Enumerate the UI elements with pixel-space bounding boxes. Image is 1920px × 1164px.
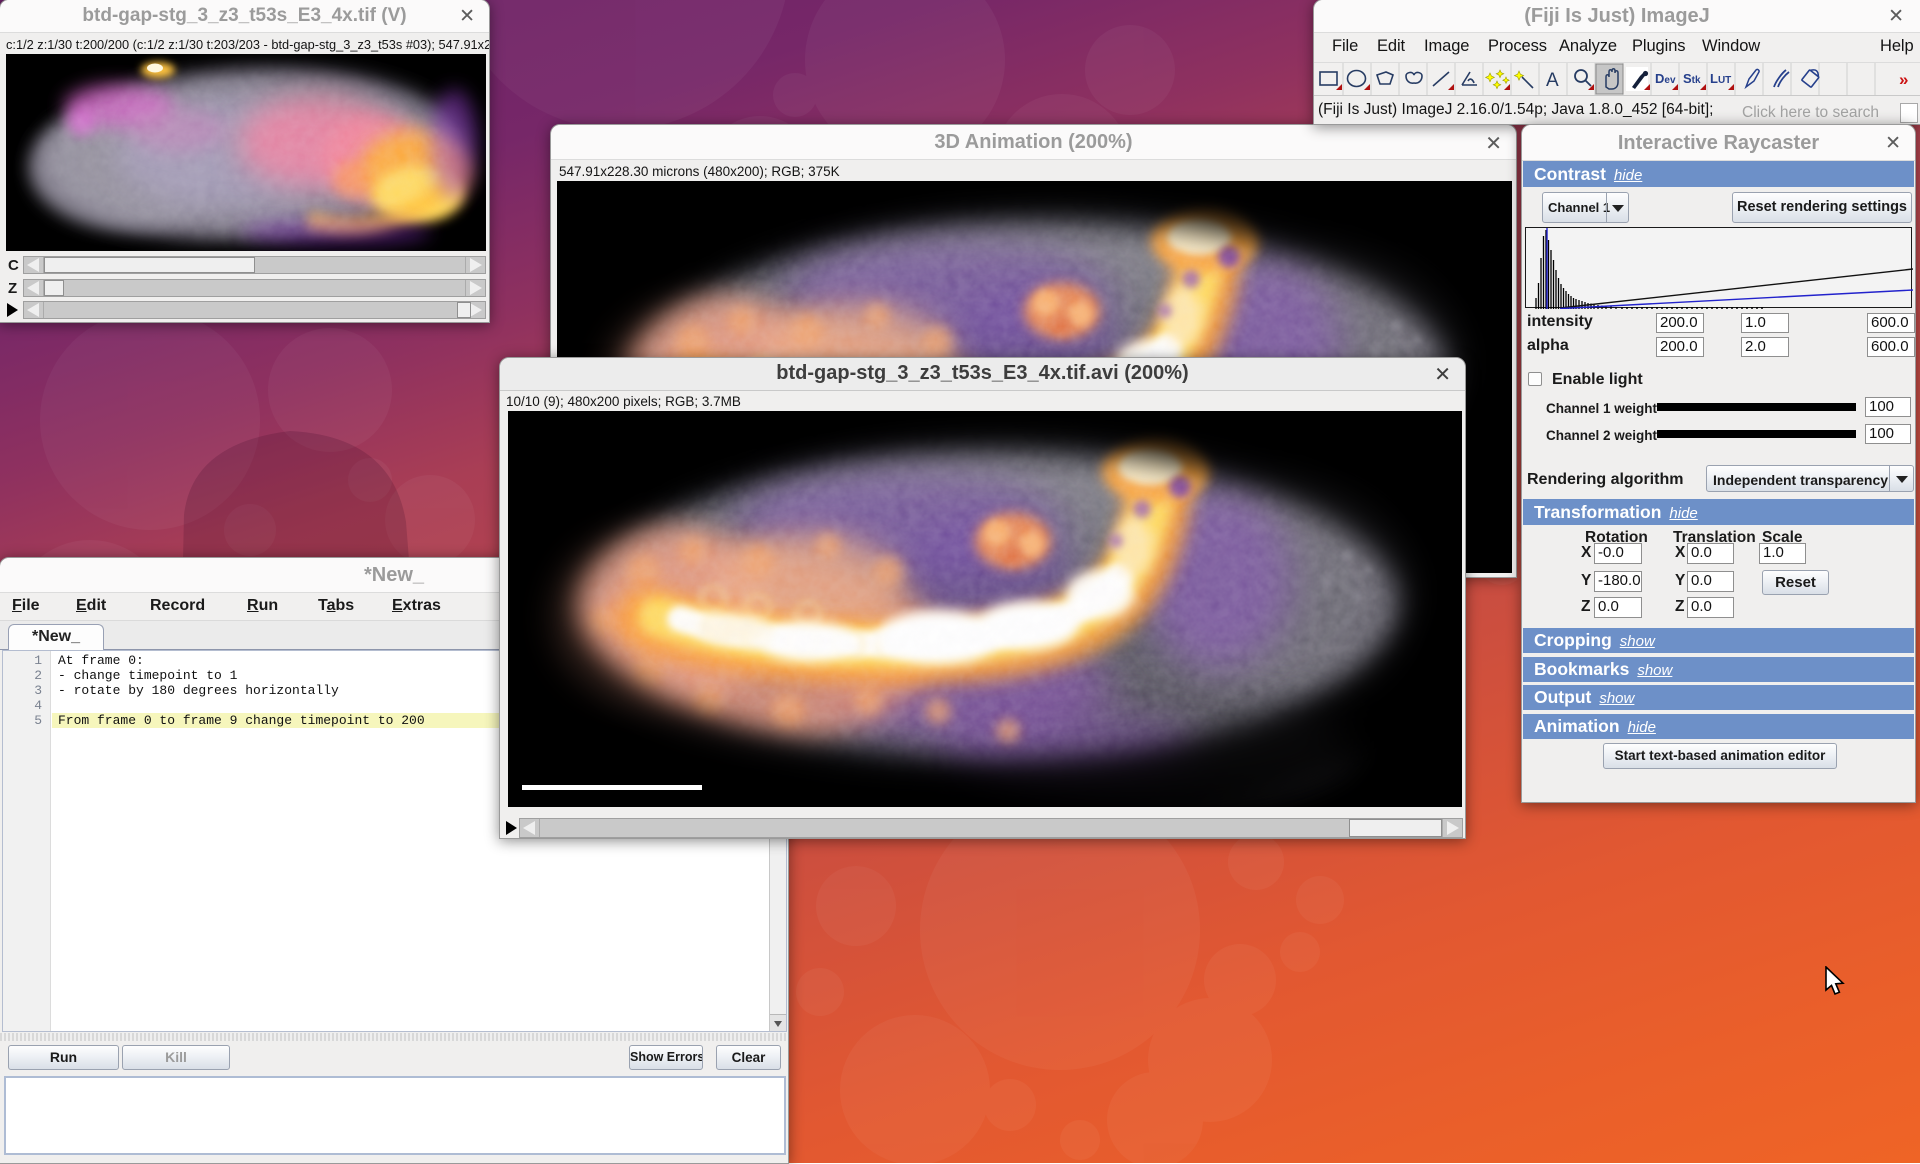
svg-text:LUT: LUT (1710, 71, 1731, 86)
svg-text:»: » (1899, 70, 1908, 89)
svg-text:A: A (1546, 70, 1559, 91)
svg-text:Dev: Dev (1655, 71, 1676, 86)
svg-text:Stk: Stk (1683, 71, 1701, 86)
